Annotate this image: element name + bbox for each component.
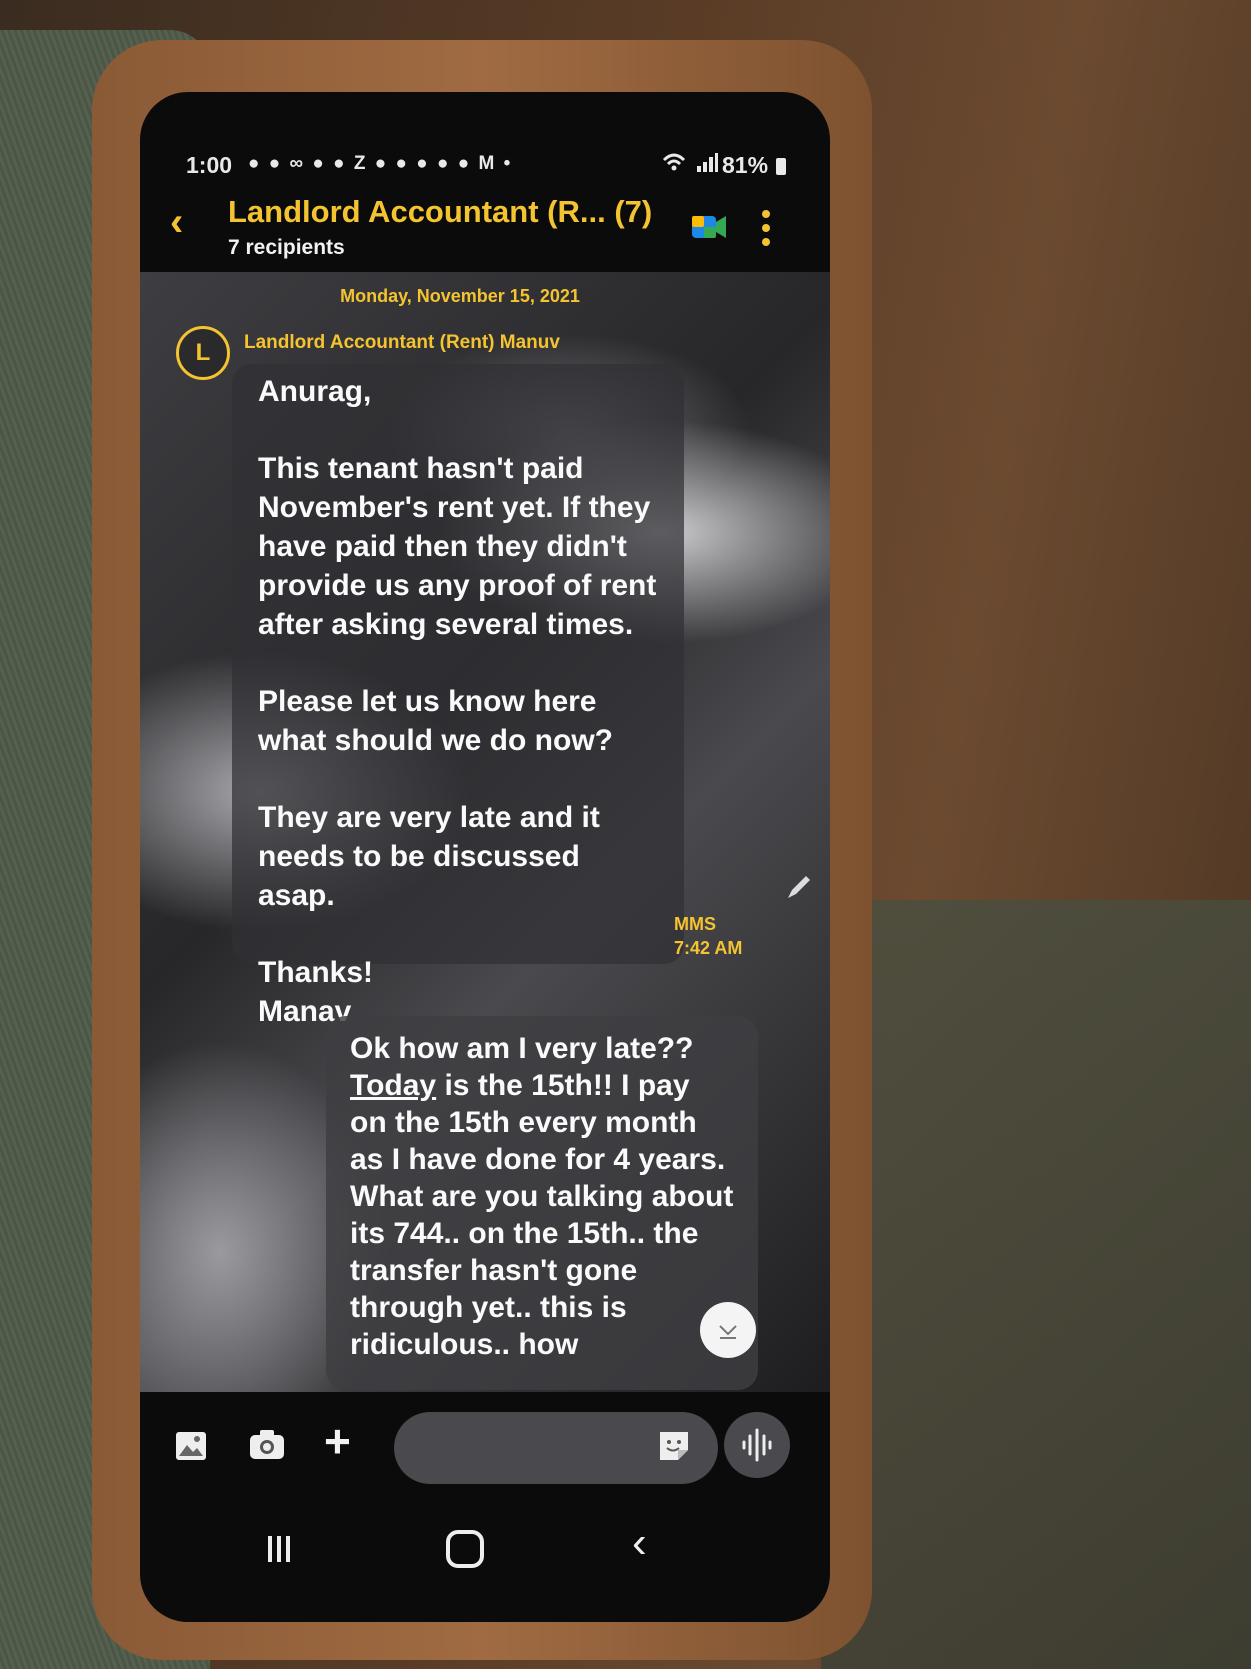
- sender-name: Landlord Accountant (Rent) Manuv: [244, 332, 560, 353]
- outgoing-message-bubble[interactable]: Ok how am I very late?? Today is the 15t…: [326, 1016, 758, 1390]
- message-body: Today is the 15th!! I pay on the 15th ev…: [350, 1067, 734, 1363]
- back-button[interactable]: ‹: [170, 200, 183, 245]
- wifi-icon: [662, 152, 686, 179]
- gallery-icon[interactable]: [174, 1430, 208, 1462]
- date-divider: Monday, November 15, 2021: [340, 286, 580, 306]
- voice-icon[interactable]: [724, 1412, 790, 1478]
- sticker-icon[interactable]: [656, 1428, 692, 1464]
- message-time: 7:42 AM: [674, 938, 743, 958]
- home-icon[interactable]: [446, 1530, 484, 1568]
- phone-screen: 1:00 ● ● ∞ ● ● Z ● ● ● ● ● M • 81% ‹ Lan…: [140, 92, 830, 1622]
- recipients-count: 7 recipients: [228, 236, 345, 259]
- background-fabric-right: [821, 900, 1251, 1669]
- recent-apps-icon[interactable]: [264, 1534, 294, 1564]
- message-paragraph: This tenant hasn't paid November's rent …: [258, 452, 657, 641]
- add-attachment-button[interactable]: +: [324, 1414, 351, 1468]
- camera-icon[interactable]: [248, 1428, 286, 1462]
- message-type: MMS: [674, 914, 716, 934]
- notification-icons: ● ● ∞ ● ● Z ● ● ● ● ● M •: [248, 153, 513, 174]
- battery-icon: [776, 158, 786, 175]
- meet-icon[interactable]: [690, 210, 728, 244]
- nav-back-icon[interactable]: ‹: [632, 1518, 647, 1568]
- status-bar: 1:00 ● ● ∞ ● ● Z ● ● ● ● ● M • 81%: [140, 148, 830, 184]
- avatar[interactable]: L: [176, 326, 230, 380]
- signal-icon: [695, 152, 719, 179]
- message-paragraph: Please let us know here what should we d…: [258, 685, 613, 757]
- message-signoff: Thanks!: [258, 956, 374, 989]
- date-link[interactable]: Today: [350, 1069, 436, 1102]
- message-list[interactable]: Monday, November 15, 2021 L Landlord Acc…: [140, 272, 830, 1392]
- more-icon[interactable]: [762, 210, 772, 250]
- message-greeting: Anurag,: [258, 375, 372, 408]
- status-time: 1:00: [186, 152, 233, 178]
- message-paragraph: They are very late and it needs to be di…: [258, 801, 600, 912]
- system-nav-bar: ‹: [140, 1512, 830, 1612]
- incoming-message-bubble[interactable]: Anurag, This tenant hasn't paid November…: [232, 364, 684, 1028]
- message-line: Ok how am I very late??: [350, 1032, 694, 1065]
- composer-bar: +: [140, 1392, 830, 1502]
- message-text: is the 15th!! I pay on the 15th every mo…: [350, 1069, 734, 1361]
- message-meta: MMS 7:42 AM: [674, 912, 742, 960]
- scroll-down-icon[interactable]: [700, 1302, 756, 1358]
- conversation-title: Landlord Accountant (R... (7): [228, 194, 653, 229]
- battery-level: 81%: [722, 152, 769, 178]
- conversation-header: ‹ Landlord Accountant (R... (7) 7 recipi…: [140, 192, 830, 272]
- pencil-icon[interactable]: [784, 872, 814, 902]
